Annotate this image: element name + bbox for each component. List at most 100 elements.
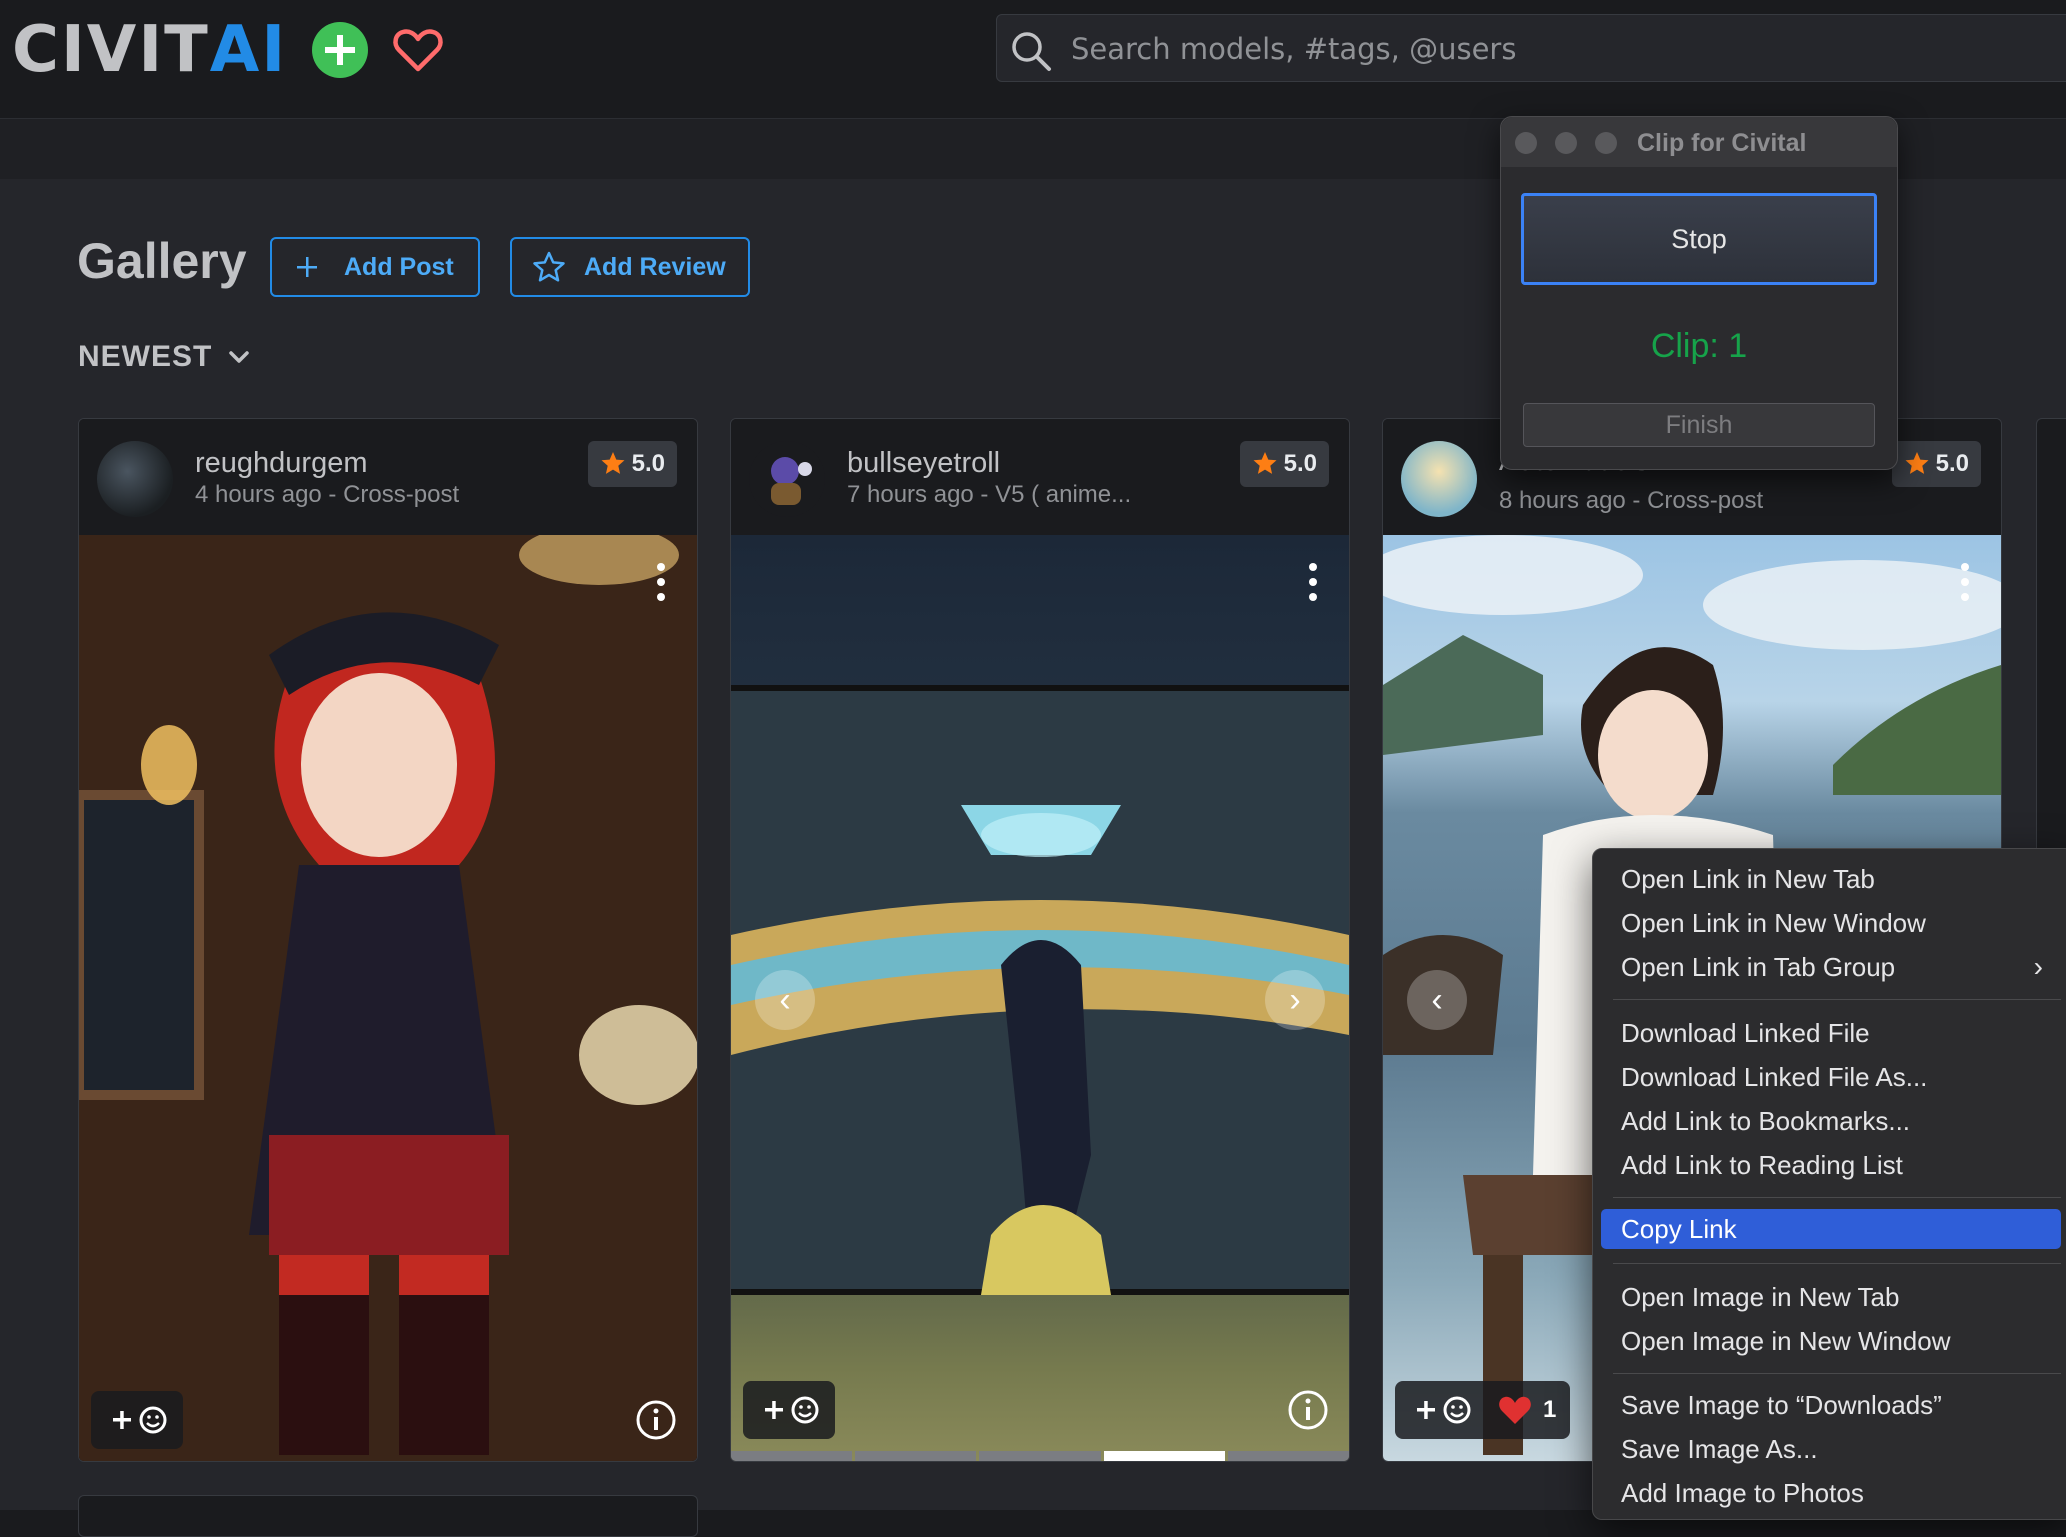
more-vertical-icon[interactable]	[1309, 563, 1319, 608]
card-image[interactable]	[79, 535, 697, 1461]
search-icon	[1012, 32, 1051, 71]
menu-separator	[1613, 1197, 2061, 1198]
plus-icon	[297, 257, 317, 277]
star-outline-icon	[533, 251, 565, 282]
avatar[interactable]	[749, 441, 825, 517]
menu-separator	[1613, 1373, 2061, 1374]
info-icon[interactable]	[635, 1399, 677, 1441]
next-image-button[interactable]: ›	[1265, 970, 1325, 1030]
menu-item-label: Open Link in Tab Group	[1621, 951, 1896, 982]
card-header: bullseyetroll 7 hours ago - V5 ( anime..…	[731, 419, 1349, 535]
more-vertical-icon[interactable]	[657, 563, 667, 608]
chevron-right-icon: ›	[2033, 951, 2043, 982]
chevron-right-icon: ›	[1289, 980, 1301, 1019]
more-vertical-icon[interactable]	[1961, 563, 1971, 608]
rating-badge: 5.0	[1239, 441, 1329, 487]
favorites-button[interactable]	[390, 22, 446, 78]
prev-image-button[interactable]: ‹	[1407, 970, 1467, 1030]
clip-count: Clip: 1	[1650, 327, 1748, 365]
chevron-left-icon: ‹	[1431, 980, 1443, 1019]
clip-window-titlebar[interactable]: Clip for Civital	[1501, 117, 1897, 167]
gallery-card[interactable]: reughdurgem 4 hours ago - Cross-post 5.0	[78, 418, 698, 1462]
stop-button[interactable]: Stop	[1521, 193, 1877, 285]
menu-separator	[1613, 1263, 2061, 1264]
star-icon	[601, 452, 625, 474]
chevron-left-icon: ‹	[779, 980, 791, 1019]
add-post-button[interactable]: Add Post	[270, 237, 480, 297]
carousel-segment[interactable]	[1227, 1451, 1349, 1461]
add-reaction-button[interactable]	[91, 1391, 183, 1449]
menu-item-copy-link[interactable]: Copy Link	[1601, 1209, 2061, 1249]
gallery-card-partial[interactable]	[78, 1495, 698, 1537]
add-reaction-icon	[113, 1406, 167, 1434]
rating-value: 5.0	[1935, 450, 1969, 477]
prev-image-button[interactable]: ‹	[755, 970, 815, 1030]
card-image[interactable]: ‹ ›	[731, 535, 1349, 1461]
card-header: reughdurgem 4 hours ago - Cross-post 5.0	[79, 419, 697, 535]
rating-value: 5.0	[631, 450, 665, 477]
troll-avatar-icon	[771, 457, 812, 505]
logo-text-civit: CIVIT	[12, 13, 210, 87]
clip-window-title: Clip for Civital	[1637, 129, 1807, 157]
menu-item-download-linked-file-as[interactable]: Download Linked File As...	[1601, 1057, 2061, 1097]
avatar[interactable]	[97, 441, 173, 517]
card-username[interactable]: reughdurgem	[195, 447, 368, 480]
search-input[interactable]	[1069, 15, 2053, 83]
page-title: Gallery	[77, 233, 247, 289]
menu-item-add-link-reading-list[interactable]: Add Link to Reading List	[1601, 1145, 2061, 1185]
like-count: 1	[1543, 1396, 1557, 1423]
add-reaction-icon	[1417, 1396, 1471, 1424]
rating-badge: 5.0	[587, 441, 677, 487]
menu-item-add-link-bookmarks[interactable]: Add Link to Bookmarks...	[1601, 1101, 2061, 1141]
card-meta: 8 hours ago - Cross-post	[1499, 487, 1764, 514]
info-icon[interactable]	[1287, 1389, 1329, 1431]
menu-item-download-linked-file[interactable]: Download Linked File	[1601, 1013, 2061, 1053]
carousel-segment[interactable]	[855, 1451, 977, 1461]
menu-item-open-image-new-window[interactable]: Open Image in New Window	[1601, 1321, 2061, 1361]
avatar[interactable]	[1401, 441, 1477, 517]
close-window-button[interactable]	[1515, 132, 1537, 154]
logo-text-ai: AI	[209, 13, 288, 87]
context-menu: Open Link in New Tab Open Link in New Wi…	[1592, 848, 2066, 1520]
image-carousel-progress	[731, 1451, 1349, 1461]
rating-badge: 5.0	[1891, 441, 1981, 487]
menu-item-open-link-tab-group[interactable]: Open Link in Tab Group ›	[1601, 947, 2061, 987]
search-bar[interactable]	[996, 14, 2066, 83]
card-username[interactable]: bullseyetroll	[847, 447, 1000, 480]
menu-item-open-link-new-window[interactable]: Open Link in New Window	[1601, 903, 2061, 943]
menu-item-save-image-as[interactable]: Save Image As...	[1601, 1429, 2061, 1469]
add-review-button[interactable]: Add Review	[510, 237, 750, 297]
card-meta: 7 hours ago - V5 ( anime...	[847, 481, 1132, 508]
card-illustration	[79, 535, 697, 1461]
heart-icon	[393, 29, 443, 72]
add-reaction-icon	[765, 1396, 819, 1424]
create-plus-button[interactable]	[312, 22, 368, 78]
rating-value: 5.0	[1283, 450, 1317, 477]
menu-item-add-image-photos[interactable]: Add Image to Photos	[1601, 1473, 2061, 1513]
card-meta: 4 hours ago - Cross-post	[195, 481, 460, 508]
plus-circle-icon	[325, 35, 355, 65]
sort-dropdown[interactable]: NEWEST	[78, 340, 252, 374]
menu-item-open-image-new-tab[interactable]: Open Image in New Tab	[1601, 1277, 2061, 1317]
menu-separator	[1613, 999, 2061, 1000]
star-icon	[1253, 452, 1277, 474]
menu-item-open-link-new-tab[interactable]: Open Link in New Tab	[1601, 859, 2061, 899]
minimize-window-button[interactable]	[1555, 132, 1577, 154]
add-post-label: Add Post	[344, 252, 454, 281]
add-review-label: Add Review	[584, 252, 726, 281]
finish-button[interactable]: Finish	[1523, 403, 1875, 447]
menu-item-save-image-downloads[interactable]: Save Image to “Downloads”	[1601, 1385, 2061, 1425]
reactions-bar[interactable]: 1	[1395, 1381, 1571, 1439]
civitai-logo[interactable]: CIVIT AI	[12, 13, 288, 87]
sort-label: NEWEST	[78, 340, 213, 373]
carousel-segment-active[interactable]	[1103, 1451, 1225, 1461]
add-reaction-button[interactable]	[743, 1381, 835, 1439]
top-navbar: CIVIT AI	[0, 0, 2066, 119]
clip-window: Clip for Civital Stop Clip: 1 Finish	[1500, 116, 1898, 470]
carousel-segment[interactable]	[731, 1451, 853, 1461]
carousel-segment[interactable]	[979, 1451, 1101, 1461]
zoom-window-button[interactable]	[1595, 132, 1617, 154]
gallery-card[interactable]: bullseyetroll 7 hours ago - V5 ( anime..…	[730, 418, 1350, 1462]
red-heart-icon[interactable]	[1497, 1393, 1533, 1427]
star-icon	[1905, 452, 1929, 474]
